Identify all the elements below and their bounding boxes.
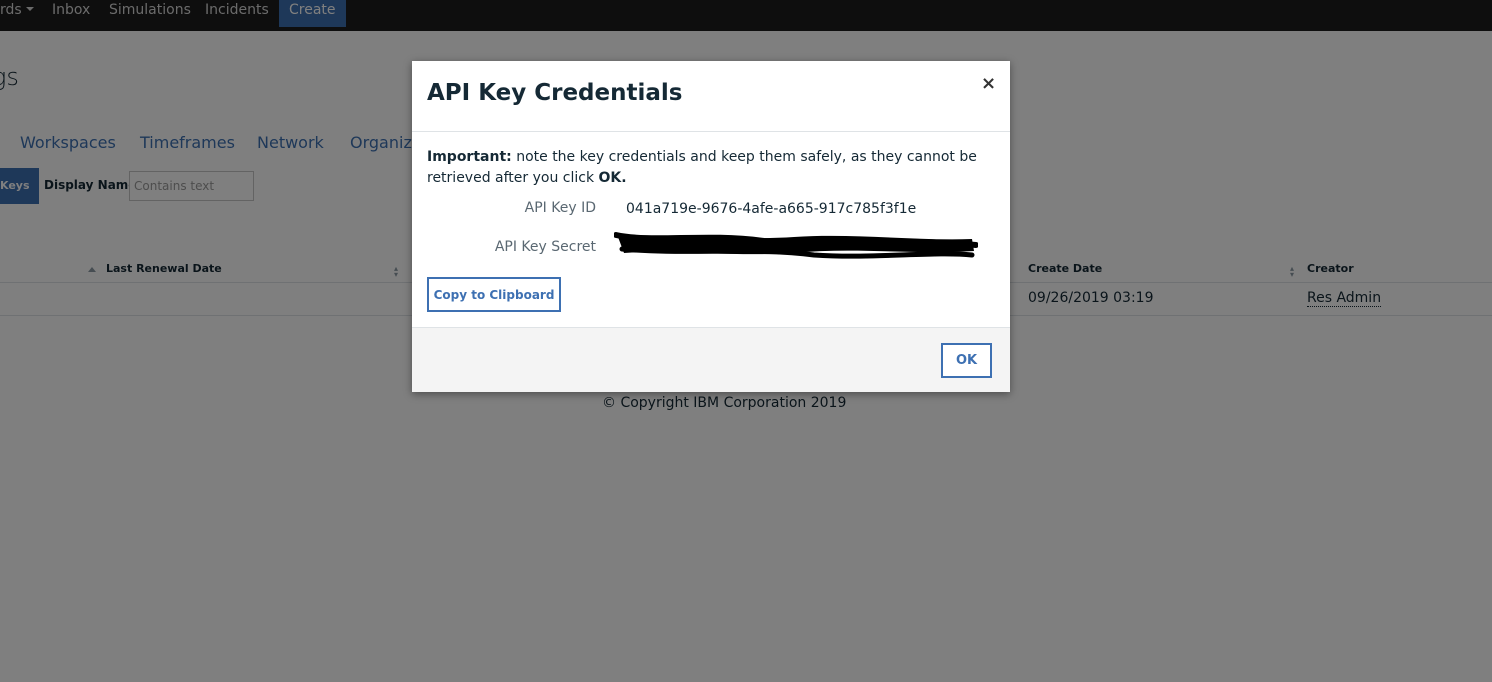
api-key-credentials-dialog: API Key Credentials × Important: note th… — [412, 61, 1010, 392]
ok-button[interactable]: OK — [941, 343, 992, 378]
important-ok: OK. — [598, 170, 627, 186]
important-notice: Important: note the key credentials and … — [427, 147, 997, 189]
important-label: Important: — [427, 149, 512, 165]
modal-title: API Key Credentials — [427, 80, 683, 106]
redacted-secret-scribble — [614, 232, 978, 259]
api-key-secret-label: API Key Secret — [494, 239, 596, 255]
modal-footer: OK — [412, 327, 1010, 392]
api-key-id-value: 041a719e-9676-4afe-a665-917c785f3f1e — [626, 201, 917, 217]
api-key-id-label: API Key ID — [524, 200, 596, 216]
modal-header: API Key Credentials × — [412, 61, 1010, 132]
close-icon[interactable]: × — [981, 73, 996, 94]
copy-to-clipboard-button[interactable]: Copy to Clipboard — [427, 277, 561, 312]
